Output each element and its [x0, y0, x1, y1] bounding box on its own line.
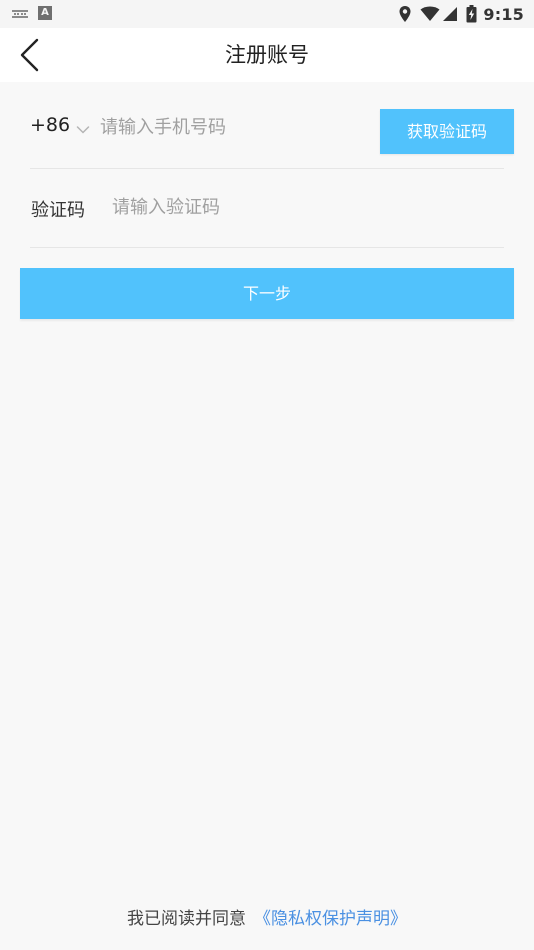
- status-time: 9:15: [483, 4, 524, 24]
- wifi-icon: [420, 6, 440, 22]
- country-code-selector[interactable]: +86: [30, 114, 70, 136]
- location-icon: [398, 5, 412, 23]
- chevron-left-icon: [10, 34, 50, 76]
- back-button[interactable]: [10, 34, 50, 76]
- status-icons: 9:15: [398, 3, 524, 25]
- code-label: 验证码: [31, 200, 85, 221]
- status-bar: A 9:15: [0, 0, 534, 28]
- keyboard-icon: [12, 10, 28, 18]
- agreement-label: 我已阅读并同意: [127, 909, 246, 929]
- privacy-policy-link[interactable]: 《隐私权保护声明》: [254, 909, 407, 929]
- signal-icon: [442, 6, 458, 22]
- phone-input[interactable]: [100, 110, 370, 144]
- register-screen: A 9:15 注册账号 +86 请输入手机号码 获取验证码 验证码 请输入验证码…: [0, 0, 534, 950]
- get-code-button[interactable]: 获取验证码: [380, 109, 514, 154]
- chevron-down-icon[interactable]: [76, 120, 90, 134]
- next-button[interactable]: 下一步: [20, 268, 514, 319]
- page-title: 注册账号: [225, 43, 309, 67]
- title-bar: 注册账号: [0, 28, 534, 82]
- battery-charging-icon: [466, 5, 477, 23]
- code-input[interactable]: [112, 190, 472, 224]
- agreement-text: 我已阅读并同意 《隐私权保护声明》: [0, 904, 534, 929]
- divider: [30, 247, 504, 248]
- divider: [30, 168, 504, 169]
- a-badge-icon: A: [38, 6, 52, 20]
